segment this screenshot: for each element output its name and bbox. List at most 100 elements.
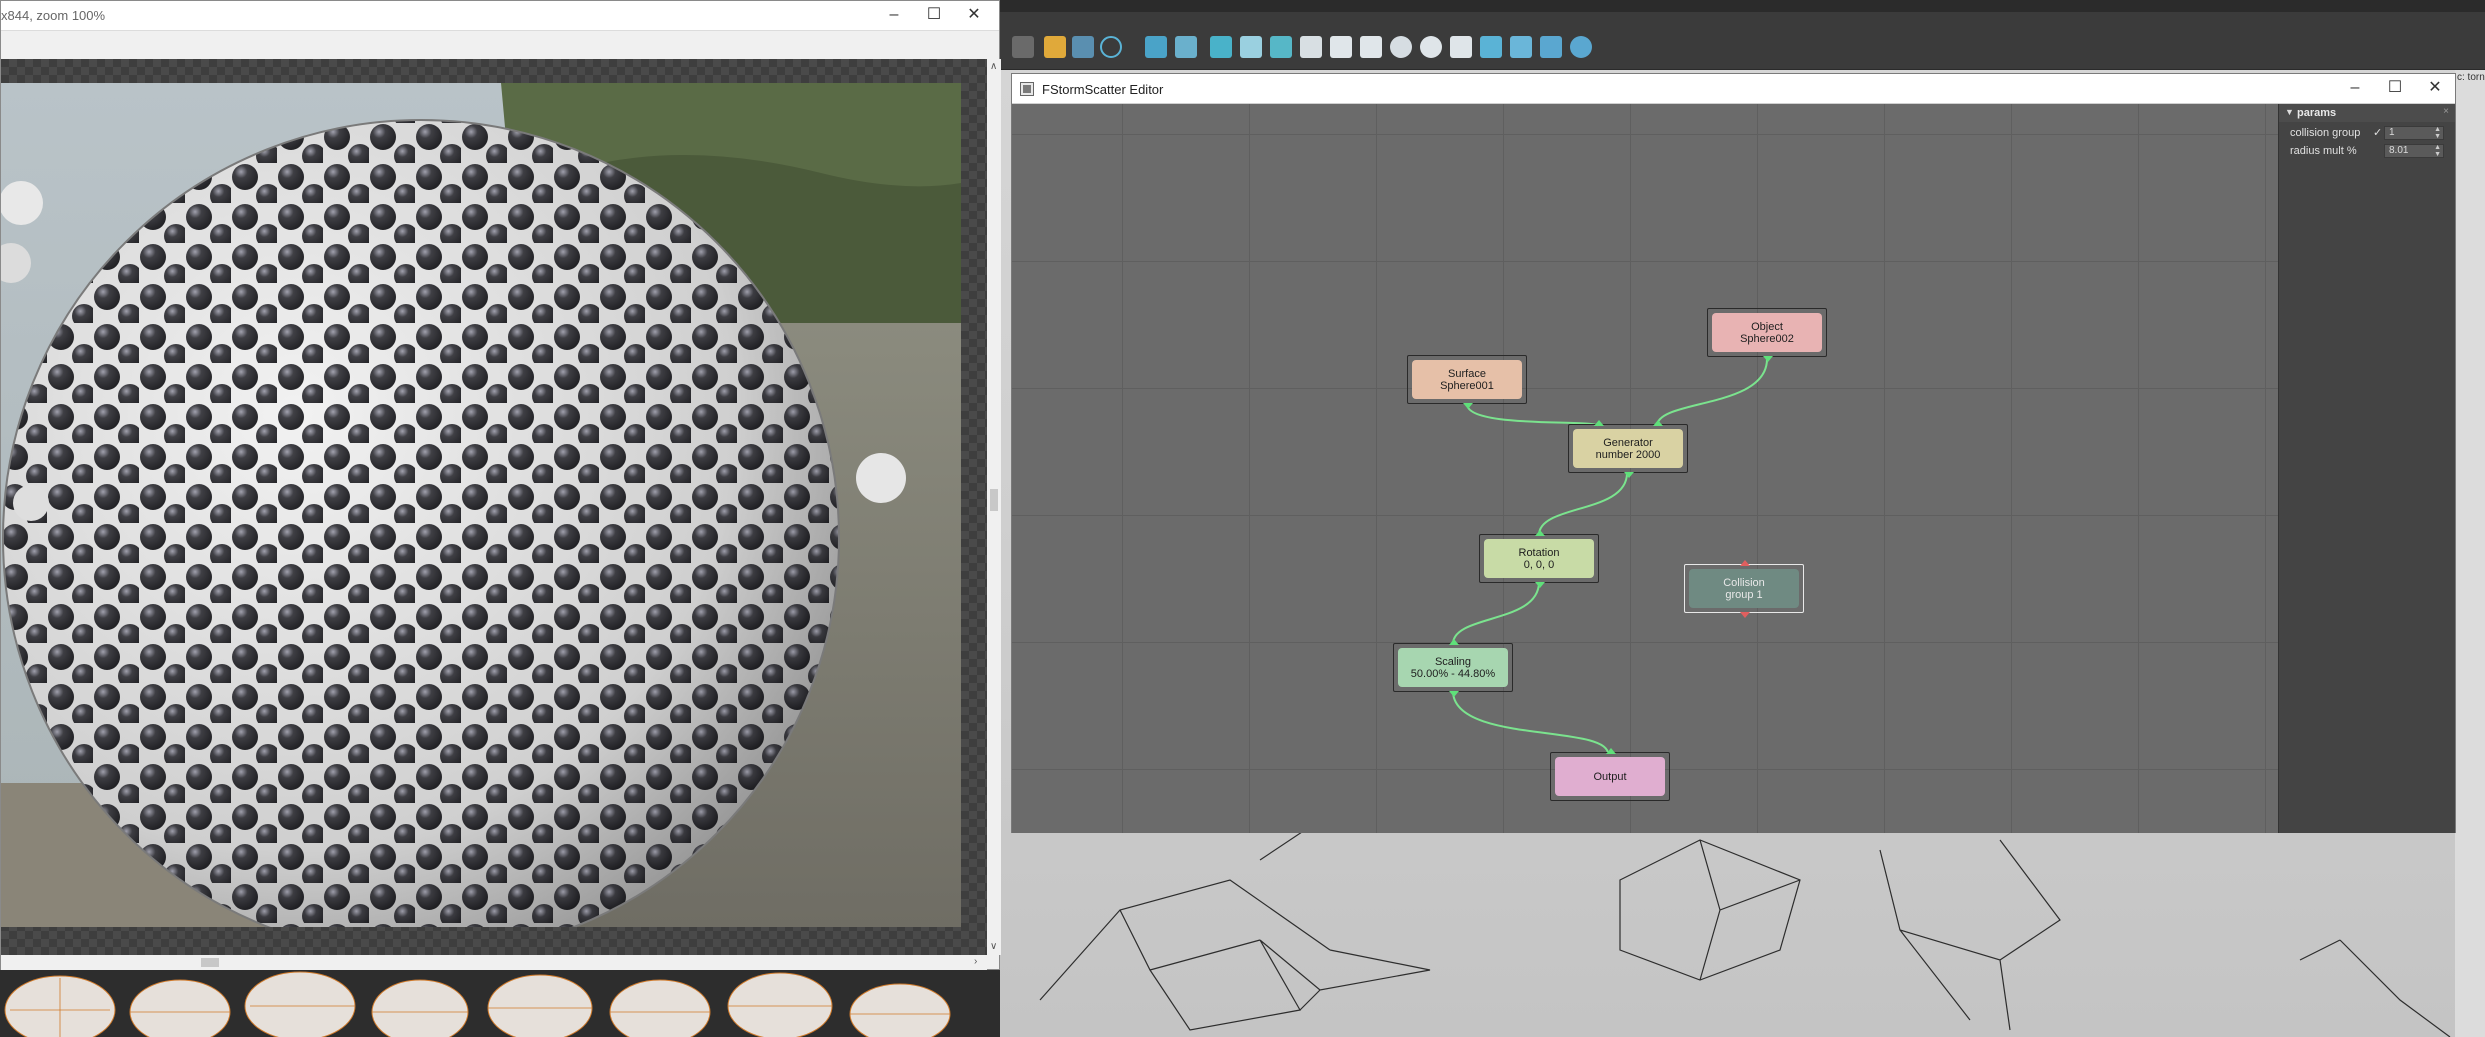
node-rotation-value: 0, 0, 0: [1523, 558, 1555, 571]
node-surface-value: Sphere001: [1440, 379, 1494, 392]
output-port[interactable]: [1449, 691, 1459, 697]
teapot-icon[interactable]: [1012, 36, 1034, 58]
params-header-label: params: [2297, 107, 2337, 119]
output-port[interactable]: [1763, 356, 1773, 362]
radius-mult-spinner[interactable]: 8.01 ▲ ▼: [2384, 144, 2444, 158]
tree-icon[interactable]: [1270, 36, 1292, 58]
spinner-arrows-icon[interactable]: ▲ ▼: [2434, 144, 2441, 158]
scroll-down-icon[interactable]: ∨: [990, 941, 997, 952]
node-generator[interactable]: Generator number 2000: [1568, 420, 1688, 478]
panel-close-icon[interactable]: ×: [2443, 106, 2449, 117]
frame-buffer-canvas[interactable]: [1, 59, 987, 955]
node-output-body: Output: [1555, 757, 1665, 796]
node-object-title: Object: [1751, 320, 1783, 333]
node-surface[interactable]: Surface Sphere001: [1407, 355, 1527, 409]
node-generator-title: Generator: [1603, 436, 1653, 449]
refresh-icon[interactable]: [1390, 36, 1412, 58]
node-surface-title: Surface: [1448, 367, 1486, 380]
camera-rig-icon[interactable]: [1175, 36, 1197, 58]
surface-input-port[interactable]: [1594, 420, 1604, 426]
globe-icon[interactable]: [1420, 36, 1442, 58]
params-panel: ▼ params × collision group ✓ 1 ▲ ▼ radius…: [2278, 104, 2455, 833]
scroll-right-icon[interactable]: ›: [974, 956, 977, 967]
node-scaling-value: 50.00% - 44.80%: [1410, 667, 1496, 680]
maximize-icon[interactable]: ☐: [2375, 74, 2415, 104]
edge-surface-generator: [1466, 403, 1599, 427]
node-object[interactable]: Object Sphere002: [1707, 308, 1827, 362]
radius-mult-label: radius mult %: [2290, 145, 2357, 157]
edge-rotation-scaling: [1452, 581, 1540, 645]
close-icon[interactable]: ✕: [2415, 74, 2455, 104]
node-output-title: Output: [1593, 770, 1627, 783]
collision-group-label: collision group: [2290, 127, 2361, 139]
bulb-icon[interactable]: [1450, 36, 1472, 58]
camera-icon[interactable]: [1145, 36, 1167, 58]
list-icon[interactable]: [1072, 36, 1094, 58]
frame-buffer-vertical-scrollbar[interactable]: ∧ ∨: [987, 59, 1001, 955]
edge-object-generator: [1656, 358, 1768, 427]
collision-group-checkbox[interactable]: ✓: [2373, 126, 2382, 139]
scroll-up-icon[interactable]: ∧: [990, 61, 997, 72]
scatter-icon[interactable]: [1044, 36, 1066, 58]
maximize-icon[interactable]: ☐: [914, 1, 954, 31]
output-port[interactable]: [1624, 472, 1634, 478]
collapse-arrow-icon[interactable]: ▼: [2285, 107, 2294, 117]
node-collision[interactable]: Collision group 1: [1684, 560, 1804, 618]
max-toolbar: [1000, 12, 2485, 70]
material-icon[interactable]: [1330, 36, 1352, 58]
object-input-port[interactable]: [1653, 420, 1663, 426]
frame-buffer-titlebar: x844, zoom 100% – ☐ ✕: [1, 1, 999, 31]
node-surface-body: Surface Sphere001: [1412, 360, 1522, 399]
render-region-icon[interactable]: [1540, 36, 1562, 58]
window-icon[interactable]: [1480, 36, 1502, 58]
spinner-arrows-icon[interactable]: ▲ ▼: [2434, 126, 2441, 140]
output-port[interactable]: [1463, 403, 1473, 409]
node-collision-title: Collision: [1723, 576, 1765, 589]
output-port[interactable]: [1535, 582, 1545, 588]
input-port[interactable]: [1740, 560, 1750, 566]
params-rollout-header[interactable]: ▼ params ×: [2279, 104, 2455, 122]
node-object-body: Object Sphere002: [1712, 313, 1822, 352]
node-rotation-body: Rotation 0, 0, 0: [1484, 539, 1594, 578]
editor-titlebar: FStormScatter Editor – ☐ ✕: [1012, 74, 2455, 104]
help-icon[interactable]: [1100, 36, 1122, 58]
node-output[interactable]: Output: [1550, 748, 1670, 801]
node-generator-body: Generator number 2000: [1573, 429, 1683, 468]
document-icon[interactable]: [1360, 36, 1382, 58]
collision-group-spinner[interactable]: 1 ▲ ▼: [2384, 126, 2444, 140]
node-scaling-title: Scaling: [1434, 655, 1472, 668]
desktop: c: torn x844, zoom 100% – ☐ ✕ ∧ ∨ › FSto…: [0, 0, 2485, 1037]
frame-buffer-title: x844, zoom 100%: [1, 8, 106, 23]
vertical-scroll-thumb[interactable]: [990, 489, 998, 511]
fstormscatter-editor-window: FStormScatter Editor – ☐ ✕ Surface Spher…: [1011, 73, 2456, 833]
node-rotation-title: Rotation: [1518, 546, 1560, 559]
node-generator-value: number 2000: [1595, 448, 1661, 461]
close-icon[interactable]: ✕: [954, 1, 994, 31]
input-port[interactable]: [1535, 530, 1545, 536]
node-collision-value: group 1: [1725, 588, 1763, 601]
param-collision-group: collision group ✓ 1 ▲ ▼: [2279, 124, 2455, 142]
editor-title: FStormScatter Editor: [1042, 82, 1164, 97]
viewport-wireframe: [1039, 820, 2451, 1037]
minimize-icon[interactable]: –: [2335, 74, 2375, 104]
render-image: [1, 83, 961, 927]
app-icon: [1020, 82, 1034, 96]
viewport-wireframe-spheres: [0, 970, 1000, 1037]
node-graph-canvas[interactable]: Surface Sphere001 Object Sphere002 Gener…: [1012, 104, 2278, 833]
input-port[interactable]: [1606, 748, 1616, 754]
input-port[interactable]: [1449, 639, 1459, 645]
sun-icon[interactable]: [1240, 36, 1262, 58]
trees-icon[interactable]: [1300, 36, 1322, 58]
light-icon[interactable]: [1210, 36, 1232, 58]
teacup-icon[interactable]: [1570, 36, 1592, 58]
minimize-icon[interactable]: –: [874, 1, 914, 31]
render-frame-icon[interactable]: [1510, 36, 1532, 58]
node-rotation[interactable]: Rotation 0, 0, 0: [1479, 530, 1599, 588]
command-panel-label: c: torn: [2457, 72, 2485, 83]
node-scaling[interactable]: Scaling 50.00% - 44.80%: [1393, 639, 1513, 697]
horizontal-scroll-thumb[interactable]: [201, 958, 219, 967]
frame-buffer-horizontal-scrollbar[interactable]: ›: [1, 955, 987, 970]
output-port[interactable]: [1740, 612, 1750, 618]
edge-generator-rotation: [1538, 472, 1628, 536]
param-radius-mult: radius mult % 8.01 ▲ ▼: [2279, 142, 2455, 160]
